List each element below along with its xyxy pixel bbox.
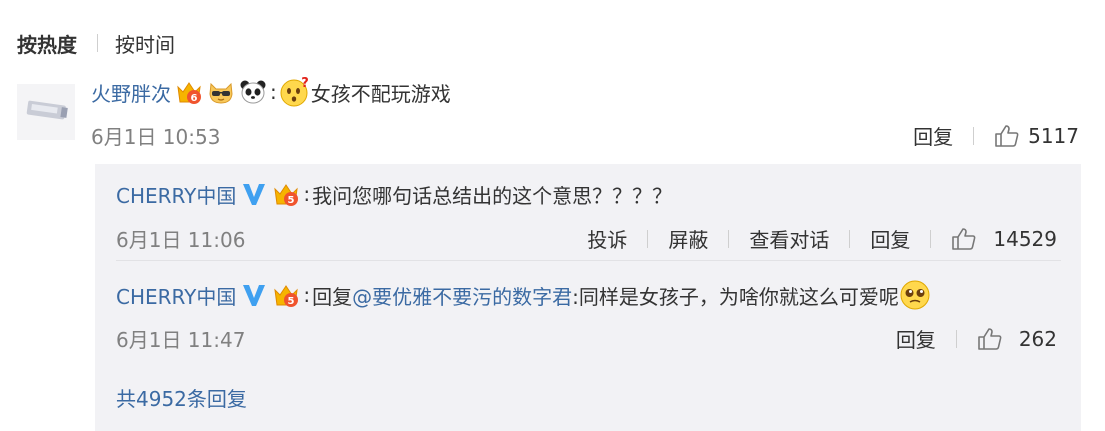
action-divider xyxy=(955,329,957,348)
main-comment: 火野胖次 6: ? 女孩不配玩游戏 xyxy=(91,72,1081,112)
action-divider xyxy=(973,126,975,145)
reply-1-line: CHERRY中国 5 : 我问您哪句话总结出的这个意思？？？？ xyxy=(116,174,672,214)
like-button[interactable]: 262 xyxy=(977,327,1057,351)
main-comment-actions: 回复 5117 xyxy=(913,121,1079,150)
like-count: 14529 xyxy=(993,226,1057,251)
crown-icon[interactable]: 6 xyxy=(175,78,203,106)
sort-tabs: 按热度 按时间 xyxy=(17,28,175,58)
reply-1-text: 我问您哪句话总结出的这个意思？？？？ xyxy=(312,183,673,208)
reply-2-line: CHERRY中国 5 : 回复 @要优雅不要污的数字君 :同样是女孩子，为啥你就… xyxy=(116,275,931,315)
crown-icon[interactable]: 5 xyxy=(272,180,300,208)
like-count: 262 xyxy=(1018,326,1057,351)
reply-2-actions: 回复 262 xyxy=(896,324,1057,353)
avatar-image xyxy=(17,84,75,140)
svg-text:5: 5 xyxy=(288,195,295,206)
crown-icon[interactable]: 5 xyxy=(272,281,300,309)
reply-button[interactable]: 回复 xyxy=(913,121,953,150)
mention-link[interactable]: @要优雅不要污的数字君 xyxy=(352,281,572,310)
reply-1-actions: 投诉 屏蔽 查看对话 回复 14529 xyxy=(587,224,1057,253)
main-comment-text: 女孩不配玩游戏 xyxy=(310,81,451,106)
reply-1-date: 6月1日 11:06 xyxy=(116,228,246,252)
colon: : xyxy=(303,283,311,307)
report-button[interactable]: 投诉 xyxy=(587,224,627,253)
sunglasses-cat-icon[interactable] xyxy=(207,78,235,106)
reply-2-username[interactable]: CHERRY中国 xyxy=(116,281,236,310)
main-comment-line: 火野胖次 6: ? 女孩不配玩游戏 xyxy=(91,72,1081,112)
tab-sort-time[interactable]: 按时间 xyxy=(115,29,175,58)
avatar[interactable] xyxy=(17,84,75,140)
view-conversation-button[interactable]: 查看对话 xyxy=(749,224,829,253)
thumbs-up-icon xyxy=(995,124,1019,147)
reply-button[interactable]: 回复 xyxy=(896,324,936,353)
tab-sort-hot[interactable]: 按热度 xyxy=(17,29,77,58)
action-divider xyxy=(930,229,932,248)
total-replies-link[interactable]: 共4952条回复 xyxy=(116,383,247,412)
reply-thread: CHERRY中国 5 : 我问您哪句话总结出的这个意思？？？？ 6月1日 11:… xyxy=(95,164,1081,431)
reply-2-text: :同样是女孩子，为啥你就这么可爱呢 xyxy=(572,284,899,309)
confused-face-icon: ? xyxy=(279,76,311,108)
reply-2-prefix: 回复 xyxy=(312,284,353,309)
panda-icon[interactable] xyxy=(239,78,267,106)
main-comment-date: 6月1日 10:53 xyxy=(91,125,221,149)
svg-text:5: 5 xyxy=(288,296,295,307)
svg-text:6: 6 xyxy=(191,93,198,104)
reply-1-username[interactable]: CHERRY中国 xyxy=(116,180,236,209)
main-comment-username[interactable]: 火野胖次 xyxy=(91,78,171,107)
action-divider xyxy=(849,229,851,248)
like-button[interactable]: 5117 xyxy=(994,124,1079,148)
verified-v-icon[interactable] xyxy=(240,281,268,309)
svg-text:?: ? xyxy=(301,76,309,91)
reply-2-date: 6月1日 11:47 xyxy=(116,328,246,352)
tab-divider xyxy=(97,34,98,52)
colon: : xyxy=(270,80,277,104)
colon: : xyxy=(303,182,311,206)
action-divider xyxy=(647,229,649,248)
reply-divider xyxy=(116,260,1061,261)
thumbs-up-icon xyxy=(952,227,976,250)
like-count: 5117 xyxy=(1028,123,1079,148)
reply-button[interactable]: 回复 xyxy=(870,224,910,253)
teary-face-icon xyxy=(899,279,931,311)
block-button[interactable]: 屏蔽 xyxy=(668,224,708,253)
verified-v-icon[interactable] xyxy=(240,180,268,208)
action-divider xyxy=(728,229,730,248)
thumbs-up-icon xyxy=(978,327,1002,350)
like-button[interactable]: 14529 xyxy=(951,227,1057,251)
